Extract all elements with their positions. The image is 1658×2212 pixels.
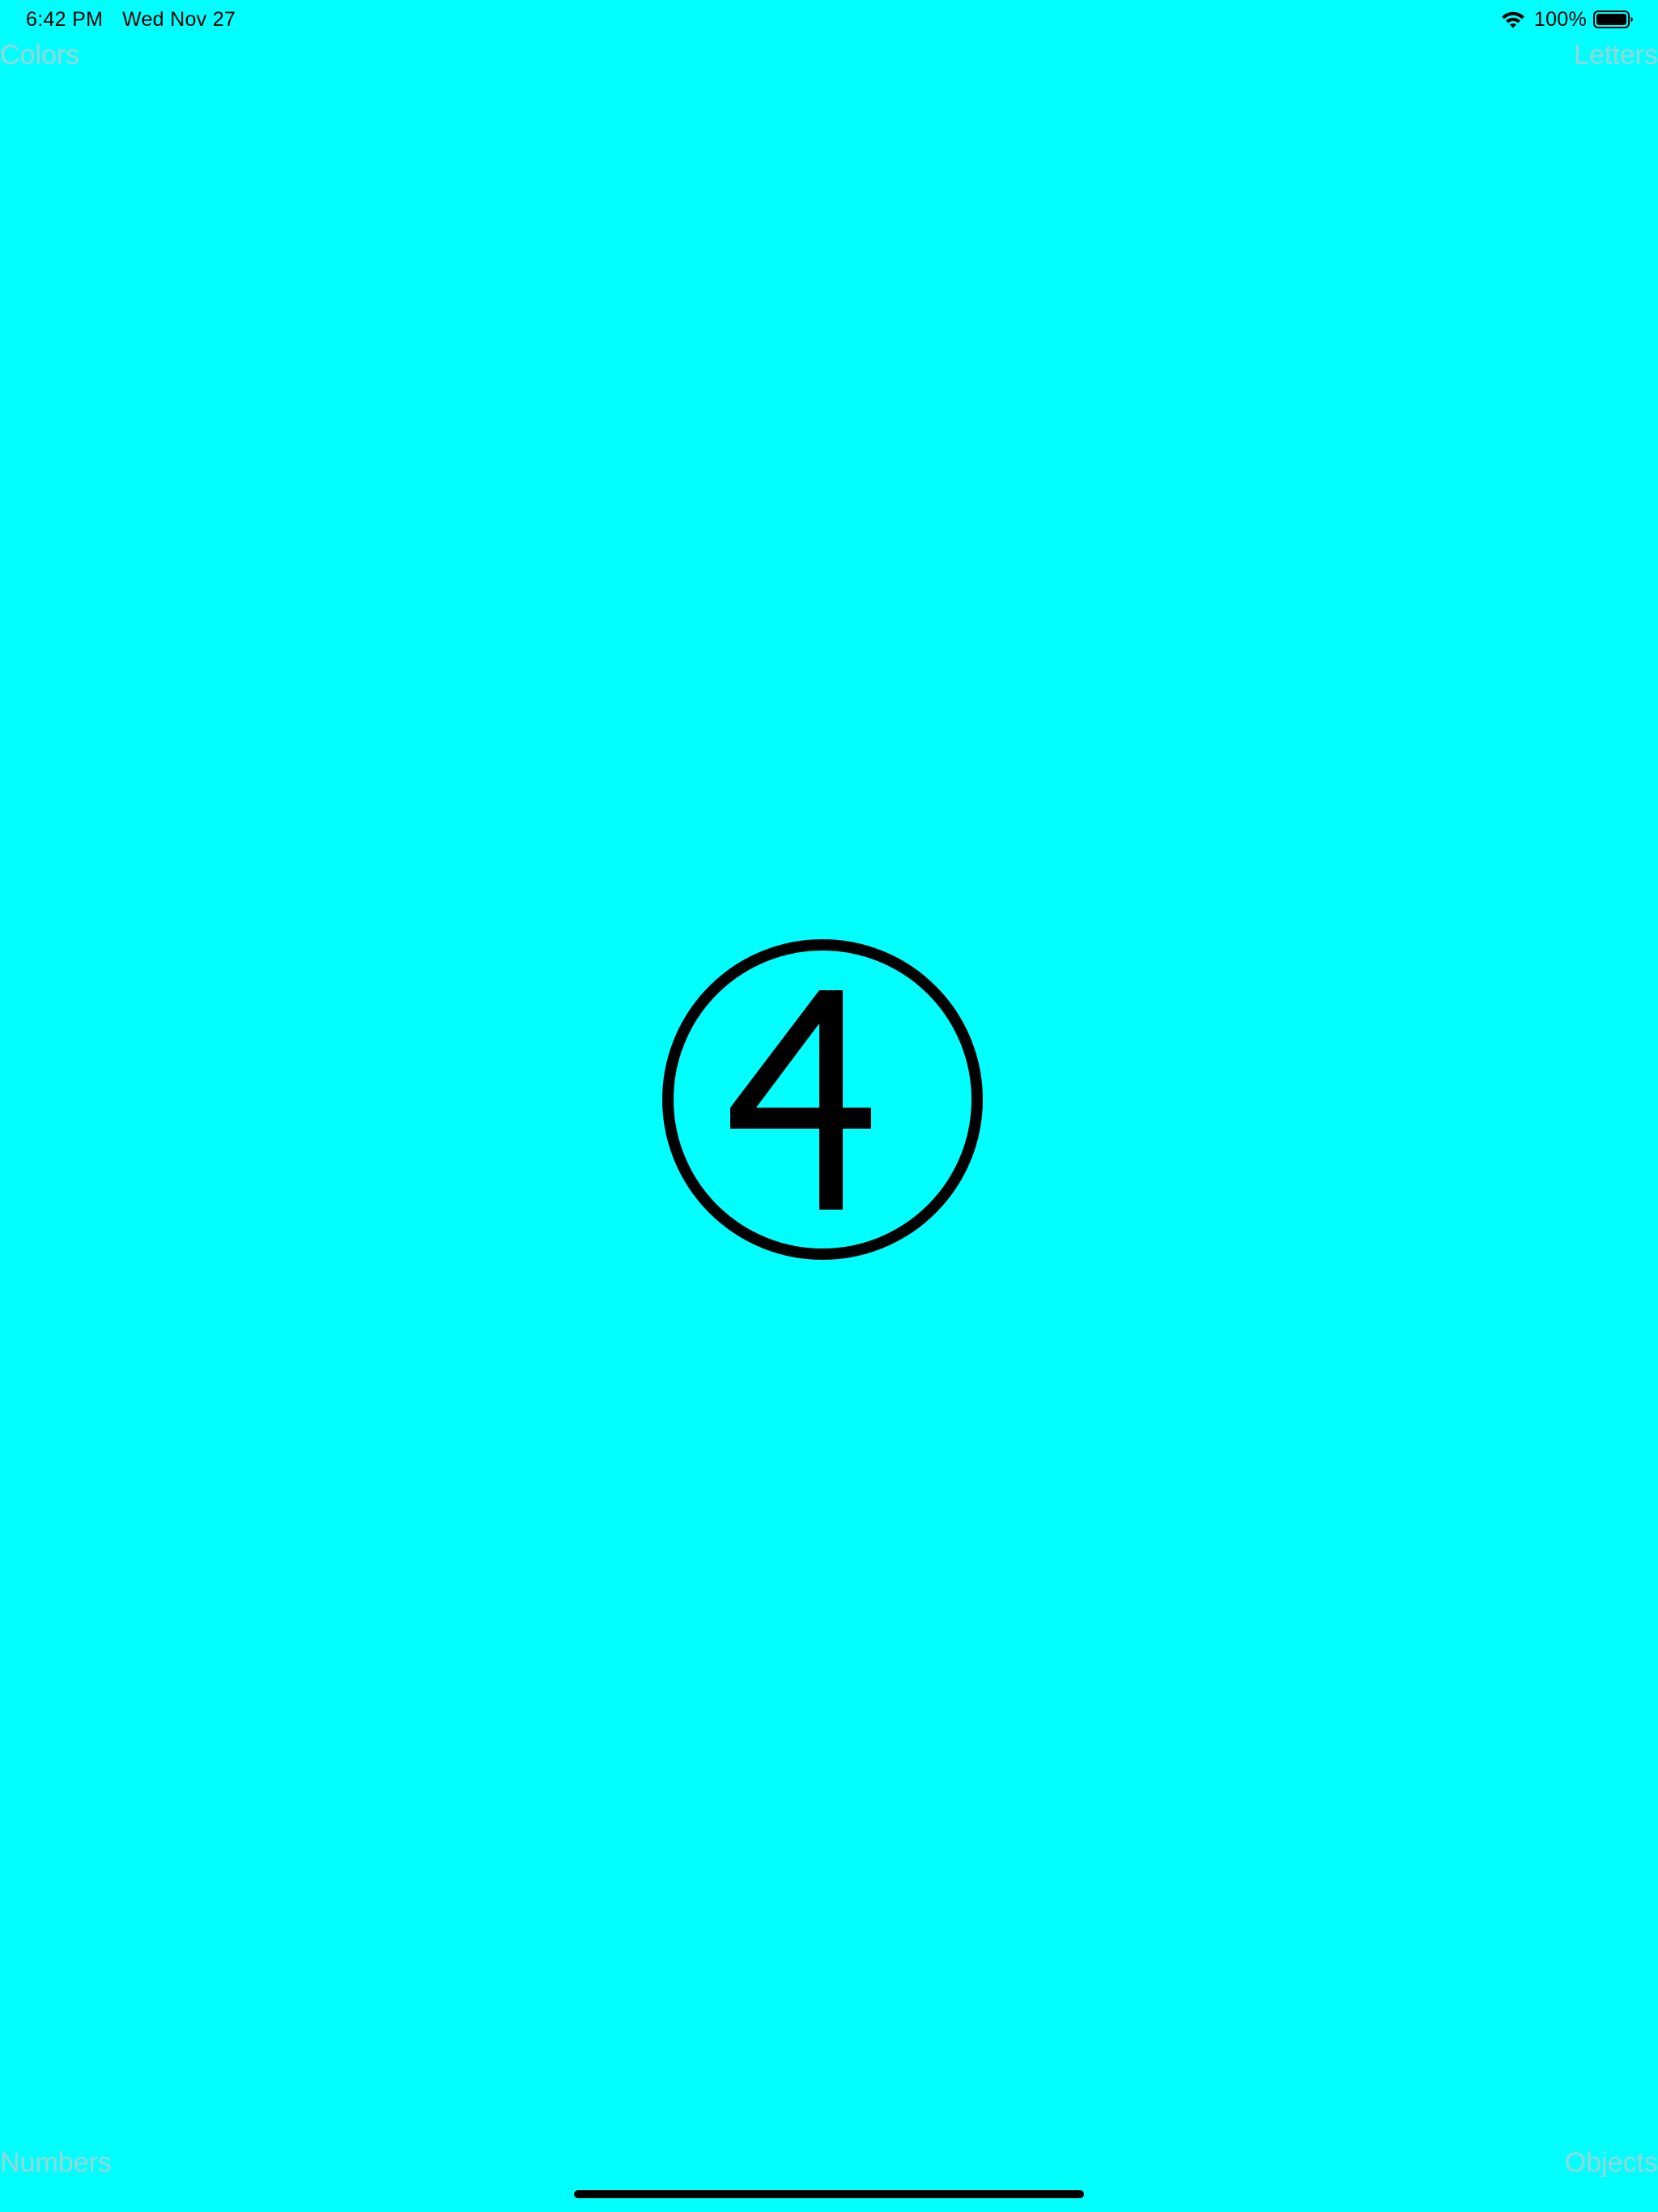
status-indicators: 100% <box>1500 6 1634 32</box>
app-screen[interactable]: 6:42 PM Wed Nov 27 100% Colors Letters N… <box>0 0 1658 2212</box>
circled-number-icon[interactable]: 4 <box>659 936 986 1263</box>
home-indicator[interactable] <box>574 2190 1084 2198</box>
status-time: 6:42 PM <box>26 8 104 31</box>
numbers-button[interactable]: Numbers <box>0 2146 112 2179</box>
battery-percent: 100% <box>1533 8 1587 31</box>
objects-button[interactable]: Objects <box>1565 2146 1658 2179</box>
letters-button[interactable]: Letters <box>1574 39 1658 71</box>
wifi-icon <box>1501 11 1524 28</box>
status-date: Wed Nov 27 <box>122 8 236 31</box>
colors-button[interactable]: Colors <box>0 39 79 71</box>
status-bar: 6:42 PM Wed Nov 27 100% <box>0 0 1658 39</box>
battery-full-icon <box>1593 11 1633 28</box>
numeral-four-glyph <box>730 990 871 1210</box>
